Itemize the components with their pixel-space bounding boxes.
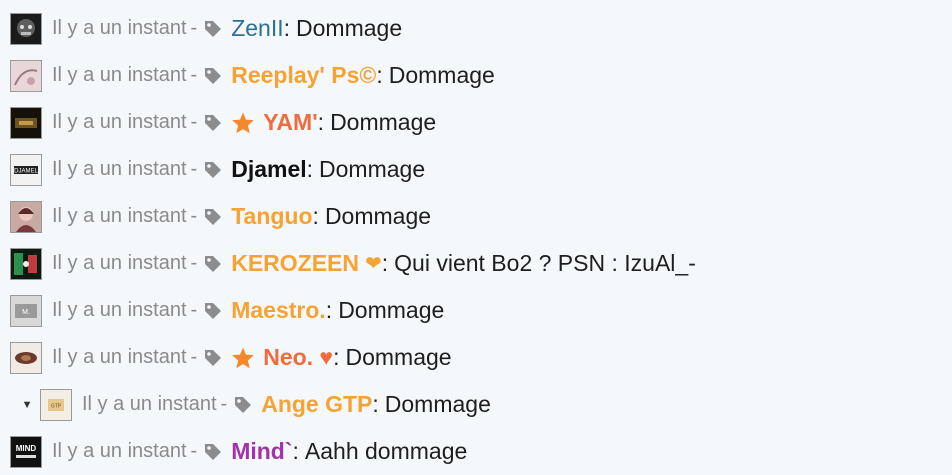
user-avatar[interactable]: MIND — [10, 435, 42, 468]
tag-icon — [203, 66, 223, 86]
user-avatar[interactable] — [10, 12, 42, 45]
chat-message-list: Il y a un instant - ZenII: Dommage Il y a un… — [0, 0, 952, 475]
svg-text:DJAMEL: DJAMEL — [14, 168, 38, 174]
username-colon: : — [283, 15, 291, 41]
username-link[interactable]: ZenII — [231, 15, 283, 42]
username-colon: : — [292, 438, 299, 464]
username-link[interactable]: Reeplay' Ps© — [231, 62, 376, 89]
chat-message-row: Il y a un instant - KEROZEEN ❤: Qui vient Bo… — [0, 240, 952, 287]
message-text: Dommage — [345, 344, 452, 370]
message-text: Dommage — [330, 109, 437, 135]
user-avatar[interactable] — [10, 106, 42, 139]
message-timestamp: Il y a un instant — [52, 158, 187, 180]
message-timestamp: Il y a un instant — [52, 346, 187, 368]
separator: - — [190, 440, 198, 462]
separator: - — [190, 299, 198, 321]
collapse-caret-icon[interactable]: ▼ — [22, 399, 33, 411]
separator: - — [190, 17, 198, 39]
separator: - — [190, 346, 198, 368]
username-colon: : — [333, 344, 340, 370]
tag-icon — [233, 395, 253, 415]
tag-icon — [203, 254, 223, 274]
chat-message-row: DJAMEL Il y a un instant - Djamel: Dommage — [0, 146, 952, 193]
username-colon: : — [325, 297, 333, 323]
svg-text:M.: M. — [22, 309, 30, 316]
message-text: Dommage — [296, 15, 403, 41]
chat-message-row: Il y a un instant - YAM': Dommage — [0, 99, 952, 146]
username-link[interactable]: Tanguo — [231, 203, 312, 230]
chat-message-row: MIND Il y a un instant - Mind`: Aahh dommage — [0, 428, 952, 475]
message-text: Dommage — [388, 62, 495, 88]
separator: - — [190, 205, 198, 227]
message-timestamp: Il y a un instant — [52, 205, 187, 227]
separator: - — [190, 158, 198, 180]
user-avatar[interactable]: GTP — [40, 388, 72, 421]
message-text: Dommage — [338, 297, 445, 323]
chat-message-row: Il y a un instant - ZenII: Dommage — [0, 5, 952, 52]
separator: - — [190, 111, 198, 133]
chat-message-row: Il y a un instant - Reeplay' Ps©: Dommage — [0, 52, 952, 99]
tag-icon — [203, 19, 223, 39]
username-colon: : — [317, 109, 325, 135]
tag-icon — [203, 207, 223, 227]
separator: - — [190, 64, 198, 86]
tag-icon — [203, 442, 223, 462]
message-timestamp: Il y a un instant — [52, 17, 187, 39]
message-text: Dommage — [384, 391, 491, 417]
username-link[interactable]: Maestro. — [231, 297, 326, 324]
star-icon — [231, 346, 255, 370]
username-colon: : — [312, 203, 319, 229]
message-timestamp: Il y a un instant — [52, 64, 187, 86]
separator: - — [220, 393, 228, 415]
tag-icon — [203, 348, 223, 368]
user-avatar[interactable]: DJAMEL — [10, 153, 42, 186]
svg-text:GTP: GTP — [51, 403, 62, 409]
username-link[interactable]: Mind` — [231, 438, 292, 465]
message-text: Dommage — [319, 156, 426, 182]
user-avatar[interactable] — [10, 200, 42, 233]
tag-icon — [203, 160, 223, 180]
message-timestamp: Il y a un instant — [52, 440, 187, 462]
chat-message-row: Il y a un instant - Neo. ♥: Dommage — [0, 334, 952, 381]
user-avatar[interactable] — [10, 247, 42, 280]
username-link[interactable]: Djamel — [231, 156, 306, 183]
tag-icon — [203, 301, 223, 321]
heart-icon: ❤ — [365, 253, 382, 275]
message-timestamp: Il y a un instant — [82, 393, 217, 415]
user-avatar[interactable] — [10, 341, 42, 374]
chat-message-row: ▼ GTP Il y a un instant - Ange GTP: Dommage — [0, 381, 952, 428]
message-text: Aahh dommage — [304, 438, 468, 464]
user-avatar[interactable]: M. — [10, 294, 42, 327]
username-colon: : — [381, 250, 389, 276]
chat-message-row: Il y a un instant - Tanguo: Dommage — [0, 193, 952, 240]
tag-icon — [203, 113, 223, 133]
username-colon: : — [372, 391, 379, 417]
star-icon — [231, 111, 255, 135]
message-timestamp: Il y a un instant — [52, 111, 187, 133]
username-colon: : — [306, 156, 314, 182]
message-text: Dommage — [324, 203, 432, 229]
separator: - — [190, 252, 198, 274]
username-colon: : — [376, 62, 383, 88]
message-timestamp: Il y a un instant — [52, 299, 187, 321]
username-link[interactable]: YAM' — [263, 109, 317, 136]
message-text: Qui vient Bo2 ? PSN : IzuAl_- — [394, 250, 696, 276]
username-link[interactable]: KEROZEEN — [231, 250, 359, 277]
username-link[interactable]: Ange GTP — [261, 391, 372, 418]
svg-text:MIND: MIND — [16, 444, 37, 453]
username-link[interactable]: Neo. ♥ — [263, 344, 333, 371]
chat-message-row: M. Il y a un instant - Maestro.: Dommage — [0, 287, 952, 334]
message-timestamp: Il y a un instant — [52, 252, 187, 274]
user-avatar[interactable] — [10, 59, 42, 92]
